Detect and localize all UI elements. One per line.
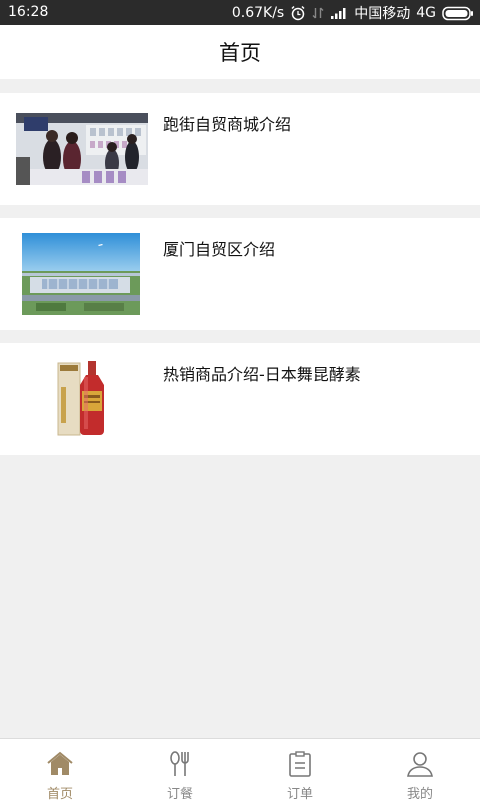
status-bar: 16:28 0.67K/s 中国移动 4G (0, 0, 480, 25)
enzyme-bottle-photo (50, 357, 120, 443)
clipboard-icon (286, 751, 314, 781)
fork-spoon-icon (166, 751, 194, 781)
status-time: 16:28 (8, 4, 49, 20)
article-title: 热销商品介绍-日本舞昆酵素 (163, 365, 361, 384)
article-title: 厦门自贸区介绍 (163, 240, 276, 259)
tab-label: 首页 (46, 787, 73, 800)
user-icon (406, 751, 434, 781)
home-icon (46, 751, 74, 781)
page-title: 首页 (219, 41, 261, 65)
trade-zone-aerial-photo (22, 233, 140, 315)
tab-orders[interactable]: 订单 (240, 739, 360, 800)
status-indicators: 0.67K/s 中国移动 4G (232, 3, 474, 23)
tab-order-food[interactable]: 订餐 (120, 739, 240, 800)
store-photo (16, 113, 148, 185)
data-transfer-icon (312, 6, 324, 20)
article-title: 跑街自贸商城介绍 (163, 115, 292, 134)
network-speed: 0.67K/s (231, 5, 285, 21)
signal-icon (330, 6, 348, 20)
tab-label: 订单 (286, 787, 313, 800)
list-item[interactable]: 热销商品介绍-日本舞昆酵素 (0, 343, 480, 455)
bottom-tab-bar: 首页 订餐 订单 我的 (0, 738, 480, 800)
alarm-icon (290, 5, 306, 21)
article-list: 跑街自贸商城介绍 厦门自贸区介绍 热销商品介绍-日本舞昆酵素 (0, 93, 480, 468)
battery-icon (442, 6, 474, 21)
network-type: 4G (416, 5, 436, 21)
list-item[interactable]: 跑街自贸商城介绍 (0, 93, 480, 205)
tab-label: 订餐 (166, 787, 193, 800)
carrier-name: 中国移动 (354, 6, 411, 22)
tab-home[interactable]: 首页 (0, 739, 120, 800)
tab-profile[interactable]: 我的 (360, 739, 480, 800)
header-bar: 首页 (0, 25, 480, 79)
tab-label: 我的 (406, 787, 433, 800)
list-item[interactable]: 厦门自贸区介绍 (0, 218, 480, 330)
